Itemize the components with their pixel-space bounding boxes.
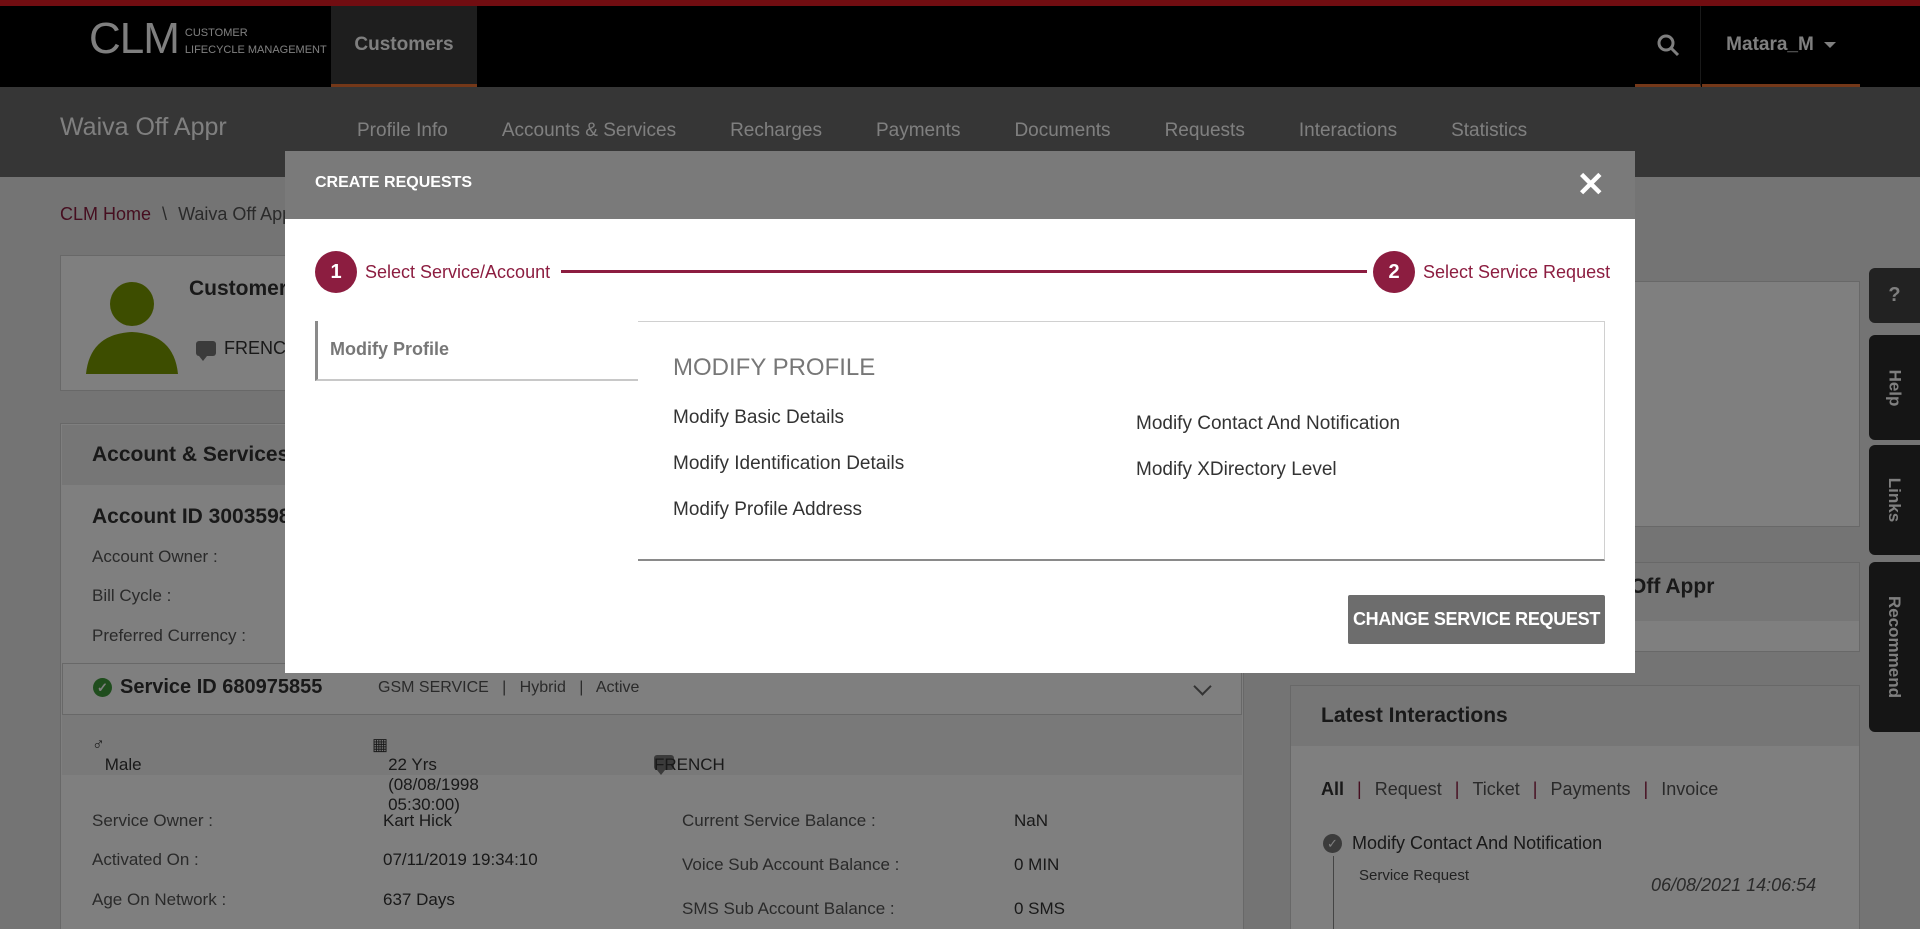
section-title: MODIFY PROFILE bbox=[673, 354, 876, 381]
request-modify-xdirectory-level[interactable]: Modify XDirectory Level bbox=[1136, 459, 1337, 481]
step-2-label: Select Service Request bbox=[1423, 261, 1611, 282]
step-1-number: 1 bbox=[315, 251, 357, 293]
change-service-request-button[interactable]: CHANGE SERVICE REQUEST bbox=[1348, 595, 1605, 644]
close-icon[interactable]: ✕ bbox=[1577, 165, 1606, 205]
request-modify-contact-notification[interactable]: Modify Contact And Notification bbox=[1136, 413, 1400, 435]
step-1-label: Select Service/Account bbox=[365, 261, 551, 282]
side-menu-modify-profile[interactable]: Modify Profile bbox=[315, 321, 638, 381]
modal-title: CREATE REQUESTS bbox=[315, 174, 473, 191]
create-requests-modal: CREATE REQUESTS ✕ 1 Select Service/Accou… bbox=[285, 151, 1635, 673]
step-2[interactable]: 2 Select Service Request bbox=[1373, 251, 1610, 293]
step-progress-line bbox=[561, 270, 1367, 273]
request-modify-identification-details[interactable]: Modify Identification Details bbox=[673, 453, 904, 475]
request-options-panel: MODIFY PROFILE Modify Basic Details Modi… bbox=[638, 321, 1605, 561]
side-menu-modify-profile-label: Modify Profile bbox=[330, 339, 450, 359]
step-2-number: 2 bbox=[1373, 251, 1415, 293]
request-modify-profile-address[interactable]: Modify Profile Address bbox=[673, 499, 862, 521]
step-1[interactable]: 1 Select Service/Account bbox=[315, 251, 550, 293]
request-modify-basic-details[interactable]: Modify Basic Details bbox=[673, 407, 844, 429]
modal-header: CREATE REQUESTS ✕ bbox=[285, 151, 1635, 219]
